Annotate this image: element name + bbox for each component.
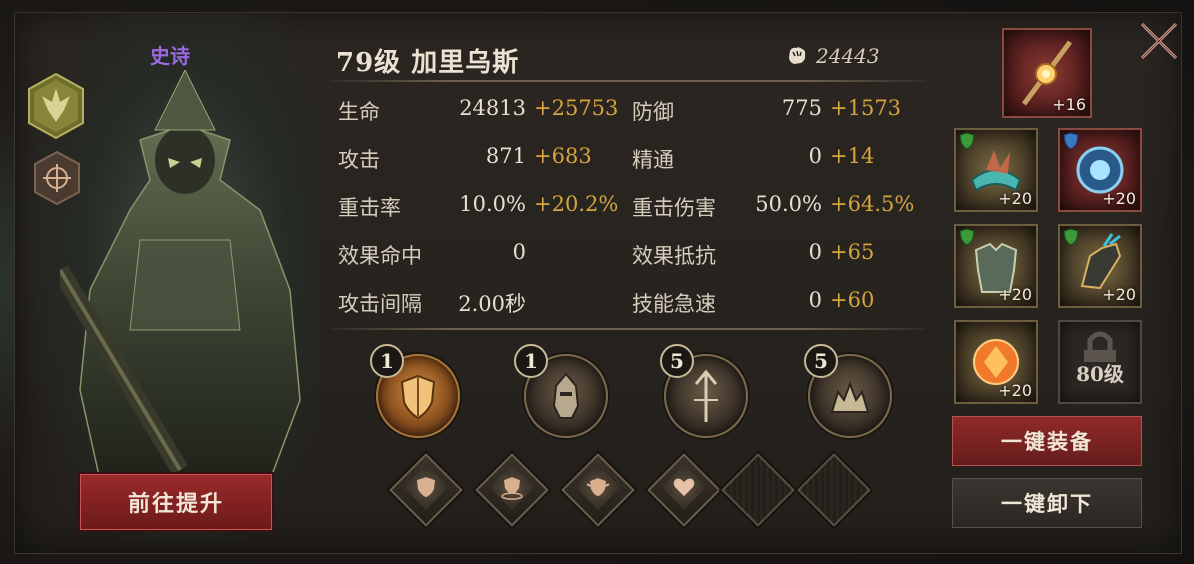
stat-base-value: 871 xyxy=(485,144,526,168)
equip-enhance-level: +20 xyxy=(1102,285,1136,304)
stat-row: 效果抵抗 0 xyxy=(632,240,822,270)
equip-enhance-level: +20 xyxy=(998,189,1032,208)
stat-bonus: +64.5% xyxy=(830,192,915,216)
stat-base-value: 0 xyxy=(808,240,822,264)
stat-label: 技能急速 xyxy=(632,292,716,316)
stat-base-value: 775 xyxy=(781,96,822,120)
equip-enhance-level: +20 xyxy=(998,285,1032,304)
skill-level-badge: 5 xyxy=(804,344,838,378)
heart-talent-icon xyxy=(673,478,695,497)
stat-base-value: 0 xyxy=(512,240,526,264)
stat-bonus: +60 xyxy=(830,288,875,312)
shield-spike-talent-icon xyxy=(586,478,610,497)
set-bonus-shield-icon xyxy=(959,132,975,150)
hero-figure-image xyxy=(60,70,301,480)
stat-label: 精通 xyxy=(632,148,674,172)
close-icon[interactable] xyxy=(1136,18,1182,64)
skill-level-badge: 5 xyxy=(660,344,694,378)
stat-label: 效果抵抗 xyxy=(632,244,716,268)
stat-base-value: 50.0% xyxy=(755,192,822,216)
stat-row: 重击率 10.0% xyxy=(338,192,526,222)
stat-bonus: +65 xyxy=(830,240,875,264)
stat-base-value: 0 xyxy=(808,144,822,168)
stat-base-value: 10.0% xyxy=(459,192,526,216)
stat-bonus: +1573 xyxy=(830,96,902,120)
stats-divider xyxy=(330,328,926,330)
set-bonus-shield-icon xyxy=(1063,132,1079,150)
stat-row: 攻击间隔 2.00秒 xyxy=(338,288,526,318)
equip-enhance-level: +20 xyxy=(1102,189,1136,208)
unequip-all-button[interactable]: 一键卸下 xyxy=(952,478,1142,528)
equip-slot-helm[interactable]: +20 xyxy=(954,128,1038,212)
stat-row: 效果命中 0 xyxy=(338,240,526,270)
set-bonus-shield-icon xyxy=(1063,228,1079,246)
stat-bonus: +683 xyxy=(534,144,592,168)
equip-slot-locked[interactable]: 80级 xyxy=(1058,320,1142,404)
stat-base-value: 2.00秒 xyxy=(458,292,526,316)
stat-row: 精通 0 xyxy=(632,144,822,174)
stat-label: 生命 xyxy=(338,100,380,124)
shield-talent-icon xyxy=(417,477,435,498)
shield-ring-talent-icon xyxy=(501,477,523,500)
stat-label: 效果命中 xyxy=(338,244,422,268)
hero-level-name: 79级 加里乌斯 xyxy=(336,48,520,78)
equip-slot-accessory[interactable]: +20 xyxy=(1058,128,1142,212)
stat-row: 生命 24813 xyxy=(338,96,526,126)
stat-bonus: +20.2% xyxy=(534,192,619,216)
stat-row: 防御 775 xyxy=(632,96,822,126)
set-bonus-shield-icon xyxy=(959,228,975,246)
stat-base-value: 0 xyxy=(808,288,822,312)
equip-slot-gem[interactable]: +20 xyxy=(954,320,1038,404)
stat-label: 重击伤害 xyxy=(632,196,716,220)
equip-enhance-level: +16 xyxy=(1052,95,1086,114)
stat-base-value: 24813 xyxy=(459,96,526,120)
stat-row: 攻击 871 xyxy=(338,144,526,174)
lock-icon xyxy=(1084,331,1116,362)
stat-bonus: +14 xyxy=(830,144,875,168)
stat-row: 技能急速 0 xyxy=(632,288,822,318)
combat-power: 24443 xyxy=(786,44,880,68)
equip-weapon-slot[interactable]: +16 xyxy=(1002,28,1092,118)
stat-label: 防御 xyxy=(632,100,674,124)
equip-slot-armor[interactable]: +20 xyxy=(954,224,1038,308)
equip-enhance-level: +20 xyxy=(998,381,1032,400)
stat-bonus: +25753 xyxy=(534,96,619,120)
combat-power-value: 24443 xyxy=(816,44,880,68)
unlock-level-label: 80级 xyxy=(1076,362,1124,386)
header-divider xyxy=(330,80,926,82)
stat-label: 攻击间隔 xyxy=(338,292,422,316)
stat-label: 攻击 xyxy=(338,148,380,172)
upgrade-button[interactable]: 前往提升 xyxy=(80,474,272,530)
stat-row: 重击伤害 50.0% xyxy=(632,192,822,222)
fist-power-icon xyxy=(789,47,806,64)
equip-all-button[interactable]: 一键装备 xyxy=(952,416,1142,466)
skill-level-badge: 1 xyxy=(370,344,404,378)
equip-slot-gloves[interactable]: +20 xyxy=(1058,224,1142,308)
skill-level-badge: 1 xyxy=(514,344,548,378)
stat-label: 重击率 xyxy=(338,196,401,220)
rarity-label: 史诗 xyxy=(150,44,190,68)
